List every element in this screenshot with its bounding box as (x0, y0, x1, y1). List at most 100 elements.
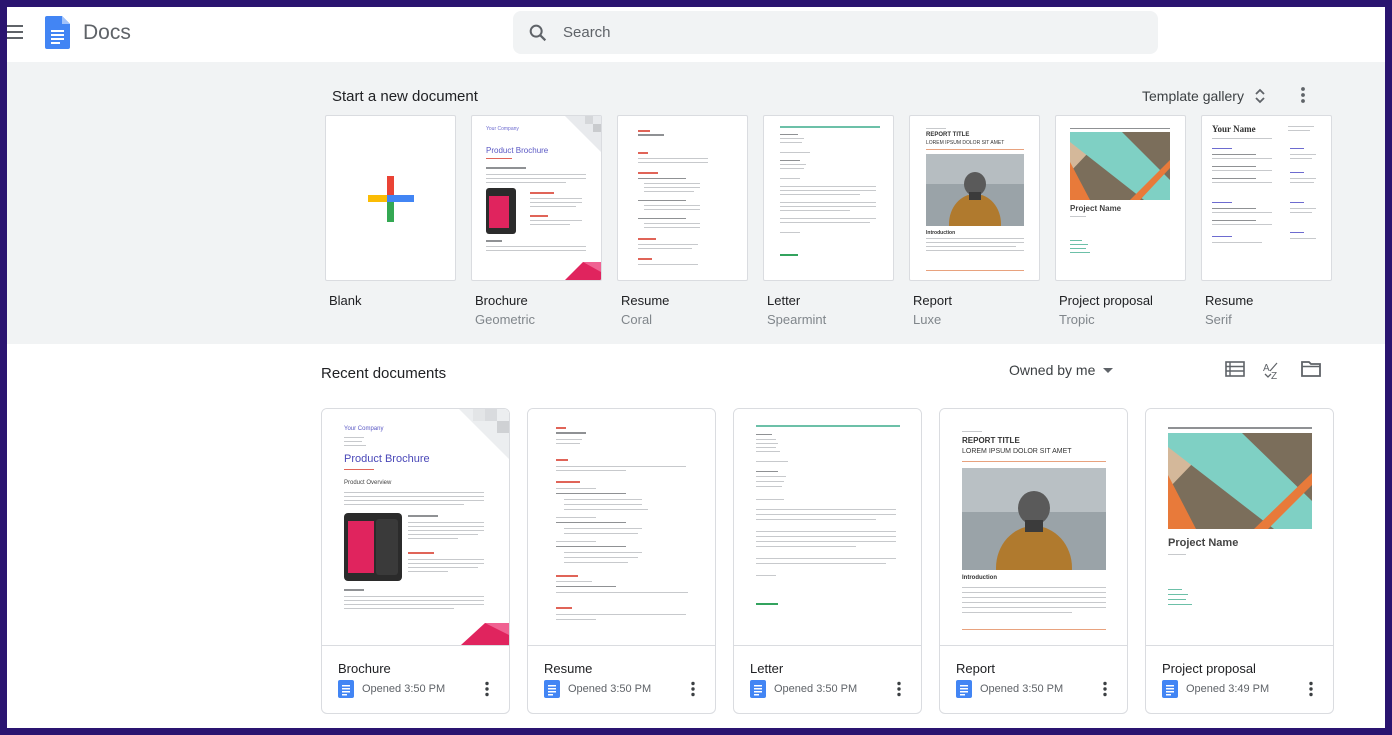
template-thumbnail[interactable] (325, 115, 456, 281)
doc-opened-time: Opened 3:50 PM (774, 683, 858, 695)
thumb-intro: Introduction (962, 575, 997, 581)
doc-thumbnail[interactable]: Your Company Product Brochure Product Ov… (322, 409, 509, 646)
thumb-company: Your Company (344, 426, 384, 432)
thumb-overview: Product Overview (344, 480, 392, 486)
svg-text:Z: Z (1271, 371, 1277, 381)
thumb-title: Product Brochure (486, 146, 549, 155)
template-subname: Serif (1205, 312, 1232, 327)
template-thumbnail[interactable]: Project Name (1055, 115, 1186, 281)
template-gallery-button[interactable]: Template gallery (1142, 88, 1266, 104)
template-thumbnail[interactable] (617, 115, 748, 281)
template-name: Blank (329, 293, 362, 308)
doc-file-icon (1162, 680, 1178, 698)
recent-doc-card[interactable]: Your Company Product Brochure Product Ov… (321, 408, 510, 714)
template-name: Report (913, 293, 953, 308)
template-subname: Coral (621, 312, 653, 327)
template-resume-serif[interactable]: Your Name Resume Serif (1201, 115, 1332, 327)
template-name: Project proposal (1059, 293, 1153, 308)
recent-doc-card[interactable]: REPORT TITLE LOREM IPSUM DOLOR SIT AMET … (939, 408, 1128, 714)
doc-file-icon (750, 680, 766, 698)
thumb-report-sub: LOREM IPSUM DOLOR SIT AMET (962, 448, 1072, 455)
more-vert-icon[interactable] (684, 680, 702, 698)
thumb-project-name: Project Name (1168, 537, 1239, 549)
recent-doc-card[interactable]: Resume Opened 3:50 PM (527, 408, 716, 714)
doc-title: Brochure (338, 661, 391, 676)
template-subname: Tropic (1059, 312, 1095, 327)
list-view-icon[interactable] (1225, 360, 1245, 378)
doc-file-icon (544, 680, 560, 698)
template-project-proposal-tropic[interactable]: Project Name Project proposal Tropic (1055, 115, 1186, 327)
docs-logo-icon[interactable] (45, 16, 70, 49)
template-resume-coral[interactable]: Resume Coral (617, 115, 748, 327)
doc-opened-time: Opened 3:50 PM (980, 683, 1064, 695)
thumb-your-name: Your Name (1212, 124, 1256, 134)
template-thumbnail[interactable]: Your Company Product Brochure (471, 115, 602, 281)
template-subname: Geometric (475, 312, 535, 327)
folder-icon[interactable] (1300, 360, 1322, 378)
owner-filter-label: Owned by me (1009, 362, 1096, 378)
template-blank[interactable]: Blank (325, 115, 456, 308)
tropic-graphic (1070, 132, 1170, 200)
template-name: Letter (767, 293, 801, 308)
report-photo (962, 468, 1106, 570)
doc-title: Report (956, 661, 996, 676)
doc-title: Project proposal (1162, 661, 1256, 676)
more-vert-icon[interactable] (890, 680, 908, 698)
menu-icon[interactable] (7, 25, 25, 39)
doc-file-icon (338, 680, 354, 698)
caret-down-icon (1103, 367, 1114, 373)
doc-opened-time: Opened 3:50 PM (568, 683, 652, 695)
thumb-report-sub: LOREM IPSUM DOLOR SIT AMET (926, 140, 1005, 146)
templates-heading: Start a new document (332, 88, 478, 105)
geometric-footer (461, 623, 509, 645)
template-thumbnail[interactable]: Your Name (1201, 115, 1332, 281)
more-vert-icon[interactable] (1302, 680, 1320, 698)
template-thumbnail[interactable]: REPORT TITLE LOREM IPSUM DOLOR SIT AMET … (909, 115, 1040, 281)
doc-thumbnail[interactable] (734, 409, 921, 646)
sort-updown-icon (1255, 88, 1265, 104)
template-thumbnail[interactable] (763, 115, 894, 281)
recent-doc-card[interactable]: Project Name Project proposal Opened 3:4… (1145, 408, 1334, 714)
docs-home: Docs Start a new document Template galle… (7, 7, 1385, 728)
doc-title: Letter (750, 661, 784, 676)
template-subname: Spearmint (767, 312, 827, 327)
template-report-luxe[interactable]: REPORT TITLE LOREM IPSUM DOLOR SIT AMET … (909, 115, 1040, 327)
owner-filter-dropdown[interactable]: Owned by me (1009, 362, 1114, 378)
sort-az-icon[interactable]: A Z (1262, 359, 1284, 381)
doc-opened-time: Opened 3:49 PM (1186, 683, 1270, 695)
more-vert-icon[interactable] (1096, 680, 1114, 698)
thumb-title: Product Brochure (344, 453, 430, 465)
template-brochure[interactable]: Your Company Product Brochure Brochure G… (471, 115, 602, 327)
header: Docs (7, 7, 1385, 62)
more-vert-icon[interactable] (478, 680, 496, 698)
doc-file-icon (956, 680, 972, 698)
geometric-corner (565, 116, 601, 152)
plus-icon (368, 176, 414, 222)
template-gallery-label: Template gallery (1142, 88, 1244, 104)
geometric-corner (459, 409, 509, 459)
search-input[interactable] (563, 11, 1143, 54)
thumb-project-name: Project Name (1070, 204, 1122, 213)
doc-opened-time: Opened 3:50 PM (362, 683, 446, 695)
geometric-footer (565, 262, 601, 280)
doc-thumbnail[interactable] (528, 409, 715, 646)
app-title[interactable]: Docs (83, 21, 131, 45)
recent-heading: Recent documents (321, 365, 447, 382)
more-vert-icon[interactable] (1292, 84, 1314, 106)
template-name: Resume (621, 293, 670, 308)
search-bar[interactable] (513, 11, 1158, 54)
search-icon[interactable] (527, 22, 549, 44)
template-subname: Luxe (913, 312, 942, 327)
thumb-intro: Introduction (926, 230, 956, 236)
templates-section: Start a new document Template gallery Bl… (7, 62, 1385, 344)
report-photo (926, 154, 1024, 226)
doc-thumbnail[interactable]: Project Name (1146, 409, 1333, 646)
thumb-report-title: REPORT TITLE (962, 436, 1020, 445)
template-letter-spearmint[interactable]: Letter Spearmint (763, 115, 894, 327)
template-name: Brochure (475, 293, 528, 308)
thumb-company: Your Company (486, 126, 519, 132)
doc-title: Resume (544, 661, 593, 676)
tropic-graphic (1168, 433, 1312, 529)
doc-thumbnail[interactable]: REPORT TITLE LOREM IPSUM DOLOR SIT AMET … (940, 409, 1127, 646)
recent-doc-card[interactable]: Letter Opened 3:50 PM (733, 408, 922, 714)
